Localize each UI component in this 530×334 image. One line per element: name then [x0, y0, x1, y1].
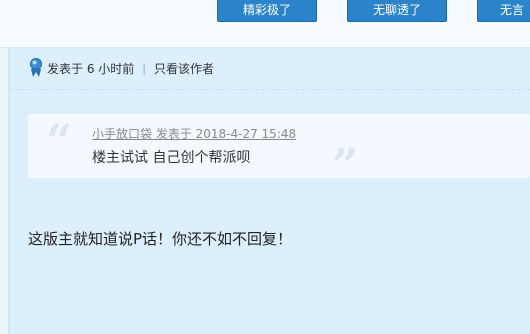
- post-content: 这版主就知道说P话！你还不如不回复！: [28, 230, 293, 248]
- reaction-boring-button[interactable]: 无聊透了: [347, 0, 447, 22]
- meta-divider: [10, 89, 530, 90]
- post-body-area: [10, 48, 530, 334]
- reaction-bar: 精彩极了 无聊透了 无言: [0, 0, 530, 48]
- reaction-speechless-button[interactable]: 无言: [477, 0, 530, 22]
- open-quote-icon: “: [46, 114, 73, 168]
- forum-post: 精彩极了 无聊透了 无言 发表于 6 小时前 | 只看该作者 “ ” 小手放口袋…: [0, 0, 530, 334]
- close-quote-icon: ”: [332, 138, 359, 192]
- post-time: 发表于 6 小时前: [47, 61, 135, 76]
- view-author-only-link[interactable]: 只看该作者: [154, 60, 214, 77]
- online-status-icon: [28, 58, 44, 78]
- meta-separator: |: [142, 61, 146, 75]
- post-meta: 发表于 6 小时前 | 只看该作者: [28, 58, 214, 78]
- quote-text: 楼主试试 自己创个帮派呗: [92, 150, 251, 166]
- quote-header-link[interactable]: 小手放口袋 发表于 2018-4-27 15:48: [92, 125, 296, 142]
- reaction-wonderful-button[interactable]: 精彩极了: [217, 0, 317, 22]
- quote-block: “ ” 小手放口袋 发表于 2018-4-27 15:48 楼主试试 自己创个帮…: [28, 114, 530, 188]
